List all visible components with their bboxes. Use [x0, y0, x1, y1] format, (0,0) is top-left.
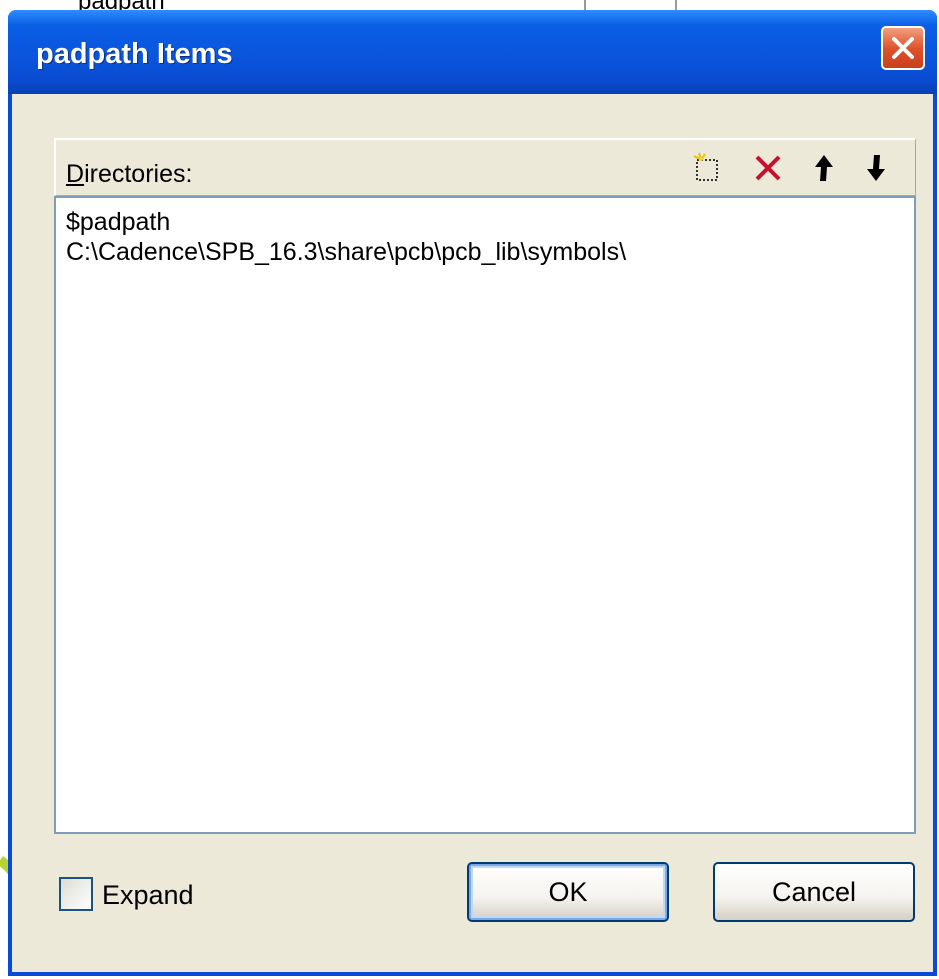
move-up-icon	[815, 155, 833, 181]
directories-label: Directories:	[66, 160, 193, 188]
directories-list[interactable]: $padpath C:\Cadence\SPB_16.3\share\pcb\p…	[54, 196, 916, 834]
expand-checkbox[interactable]	[59, 877, 93, 911]
move-up-button[interactable]	[804, 148, 844, 188]
directories-header: Directories:	[54, 138, 916, 196]
close-icon	[892, 37, 914, 59]
new-folder-icon	[693, 152, 718, 181]
delete-icon	[755, 155, 781, 181]
list-item[interactable]: C:\Cadence\SPB_16.3\share\pcb\pcb_lib\sy…	[66, 238, 626, 267]
dialog-client-area: Directories: $padpath C:\Cadence\SPB_16.…	[12, 94, 933, 972]
padpath-items-dialog: padpath Items Directories: $padpath C:\C…	[8, 10, 937, 976]
title-bar[interactable]: padpath Items	[8, 10, 937, 94]
cancel-button[interactable]: Cancel	[713, 862, 915, 922]
move-down-button[interactable]	[856, 148, 896, 188]
list-item[interactable]: $padpath	[66, 208, 170, 237]
move-down-icon	[867, 155, 885, 181]
new-item-button[interactable]	[688, 148, 728, 188]
expand-label[interactable]: Expand	[102, 880, 194, 911]
dialog-title: padpath Items	[36, 38, 233, 70]
close-button[interactable]	[881, 26, 925, 70]
delete-item-button[interactable]	[748, 148, 788, 188]
ok-button[interactable]: OK	[467, 862, 669, 922]
